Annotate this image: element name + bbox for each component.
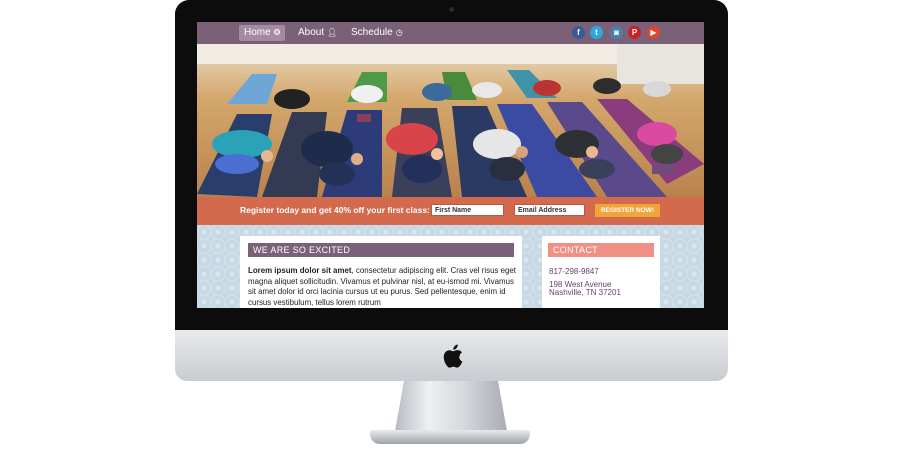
hero-yoga-photo	[197, 44, 704, 197]
first-name-field[interactable]: First Name	[431, 204, 504, 216]
nav-bar: Home ❂ About 👤︎ Schedule ◷ f t ◙ P ▶	[197, 22, 704, 44]
imac-stand	[395, 381, 507, 431]
camera-dot	[449, 7, 454, 12]
clock-icon: ◷	[395, 28, 403, 37]
register-promo-text: Register today and get 40% off your firs…	[240, 205, 430, 215]
monitor-chin	[175, 330, 728, 381]
contact-card: CONTACT 817-298-9847 198 West Avenue Nas…	[542, 236, 660, 308]
nav-home-label: Home	[244, 27, 271, 38]
website-screen: Home ❂ About 👤︎ Schedule ◷ f t ◙ P ▶ Reg…	[197, 22, 704, 308]
intro-card-body: Lorem ipsum dolor sit amet, consectetur …	[248, 266, 518, 308]
instagram-icon[interactable]: ◙	[610, 26, 623, 39]
register-bar: Register today and get 40% off your firs…	[197, 197, 704, 225]
nav-home[interactable]: Home ❂	[239, 25, 286, 41]
contact-phone[interactable]: 817-298-9847	[549, 267, 599, 276]
youtube-icon[interactable]: ▶	[647, 26, 660, 39]
intro-lead: Lorem ipsum dolor sit amet	[248, 266, 352, 275]
nav-schedule[interactable]: Schedule ◷	[346, 25, 408, 41]
user-icon: 👤︎	[327, 28, 338, 37]
email-field[interactable]: Email Address	[514, 204, 585, 216]
imac-stand-base	[370, 430, 530, 444]
nav-about-label: About	[298, 27, 325, 38]
pinterest-icon[interactable]: P	[628, 26, 641, 39]
home-icon: ❂	[273, 28, 281, 37]
nav-about[interactable]: About 👤︎	[293, 25, 342, 41]
facebook-icon[interactable]: f	[572, 26, 585, 39]
apple-logo-icon	[443, 344, 463, 368]
twitter-icon[interactable]: t	[590, 26, 603, 39]
intro-card-title: WE ARE SO EXCITED	[248, 243, 514, 257]
contact-address-line2: Nashville, TN 37201	[549, 288, 621, 297]
intro-card: WE ARE SO EXCITED Lorem ipsum dolor sit …	[240, 236, 522, 308]
nav-schedule-label: Schedule	[351, 27, 393, 38]
contact-card-title: CONTACT	[548, 243, 654, 257]
register-now-button[interactable]: REGISTER NOW!	[595, 204, 660, 217]
